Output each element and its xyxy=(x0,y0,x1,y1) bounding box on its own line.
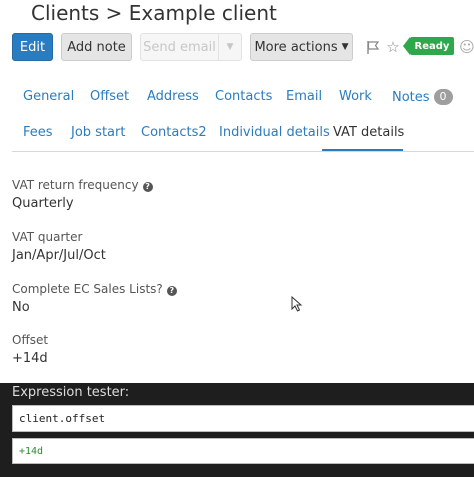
expression-input[interactable] xyxy=(12,405,474,432)
status-badge[interactable]: Ready xyxy=(403,37,454,55)
mouse-cursor-icon xyxy=(291,296,303,312)
star-icon[interactable]: ☆ xyxy=(385,38,401,56)
tab-fees[interactable]: Fees xyxy=(23,125,53,140)
tab-work[interactable]: Work xyxy=(339,89,372,104)
more-actions-button[interactable]: More actions ▼ xyxy=(250,33,353,61)
send-email-button: Send email xyxy=(140,33,218,61)
chevron-down-icon: ▼ xyxy=(341,42,349,52)
field-label-ec-sales-lists: Complete EC Sales Lists?? xyxy=(12,282,177,296)
tab-notes[interactable]: Notes 0 xyxy=(392,89,453,105)
flag-icon[interactable] xyxy=(364,38,382,56)
smiley-icon[interactable]: ☺ xyxy=(459,38,474,56)
chevron-down-icon: ▼ xyxy=(226,42,234,52)
notes-count-badge: 0 xyxy=(433,89,453,105)
expression-tester-title: Expression tester: xyxy=(12,385,130,400)
field-value-vat-return-frequency: Quarterly xyxy=(12,196,74,211)
send-email-dropdown-button: ▼ xyxy=(218,33,242,61)
tab-individual-details[interactable]: Individual details xyxy=(219,125,330,140)
edit-button[interactable]: Edit xyxy=(12,33,53,61)
field-value-ec-sales-lists: No xyxy=(12,300,30,315)
tabs-divider xyxy=(12,151,474,152)
expression-result: +14d xyxy=(12,438,474,464)
tab-contacts2[interactable]: Contacts2 xyxy=(141,125,207,140)
add-note-button[interactable]: Add note xyxy=(61,33,132,61)
field-label-vat-quarter: VAT quarter xyxy=(12,230,83,244)
tab-job-start[interactable]: Job start xyxy=(71,125,125,140)
tab-contacts[interactable]: Contacts xyxy=(215,89,272,104)
field-label-text: Complete EC Sales Lists? xyxy=(12,282,163,296)
tab-address[interactable]: Address xyxy=(147,89,199,104)
field-label-offset: Offset xyxy=(12,333,49,347)
help-icon[interactable]: ? xyxy=(166,285,177,296)
field-label-text: VAT return frequency xyxy=(12,178,139,192)
tab-email[interactable]: Email xyxy=(286,89,322,104)
tab-notes-label: Notes xyxy=(392,90,430,105)
field-label-vat-return-frequency: VAT return frequency? xyxy=(12,178,153,192)
tab-general[interactable]: General xyxy=(23,89,74,104)
field-value-offset: +14d xyxy=(12,351,48,366)
tab-offset[interactable]: Offset xyxy=(90,89,129,104)
tab-vat-details[interactable]: VAT details xyxy=(333,125,404,140)
page-title: Clients > Example client xyxy=(31,1,277,25)
help-icon[interactable]: ? xyxy=(142,181,153,192)
field-value-vat-quarter: Jan/Apr/Jul/Oct xyxy=(12,248,106,263)
more-actions-label: More actions xyxy=(254,39,338,55)
